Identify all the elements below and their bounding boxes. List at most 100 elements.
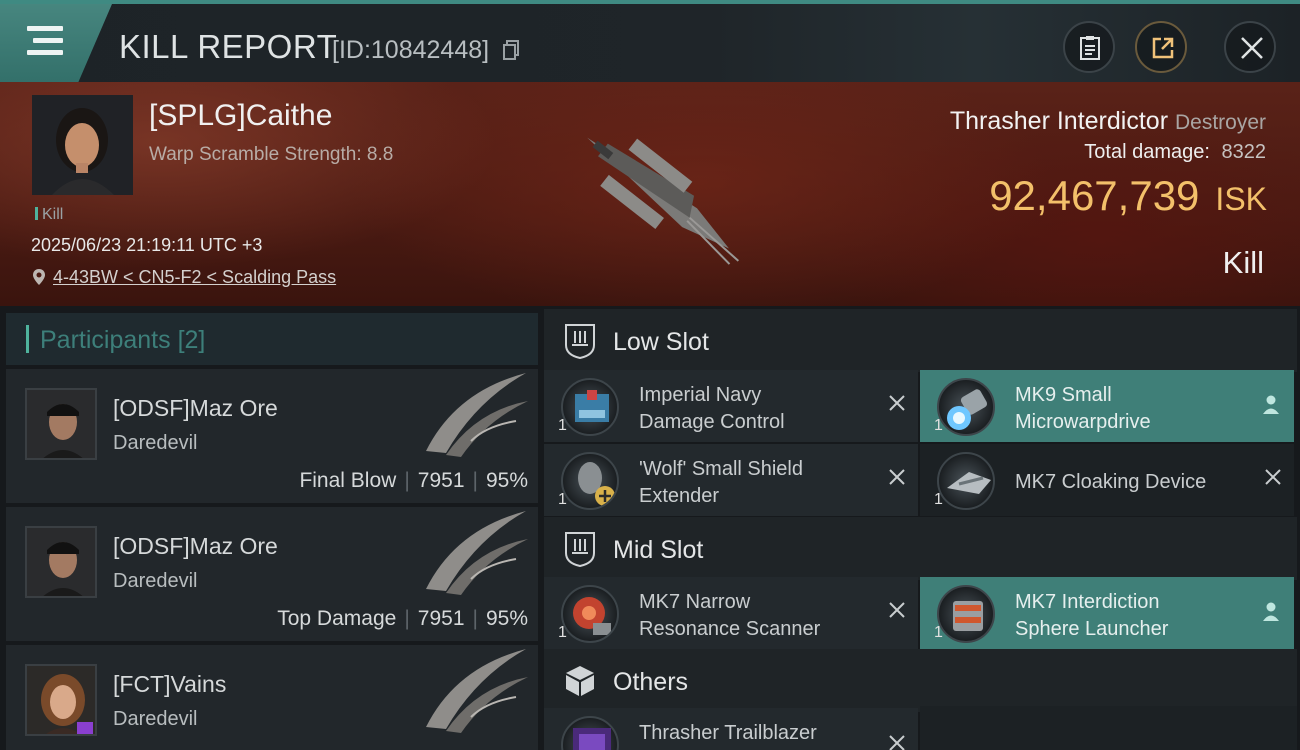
victim-summary: [SPLG]Caithe Warp Scramble Strength: 8.8…: [0, 82, 1300, 306]
kill-tag: Kill: [35, 206, 63, 224]
participant-name[interactable]: [ODSF]Maz Ore: [113, 395, 278, 422]
isk-value: 92,467,739 ISK: [989, 172, 1267, 220]
share-icon: [1152, 37, 1174, 59]
module-qty: 1: [558, 491, 567, 508]
participant-damage: 7951: [417, 469, 465, 492]
participant-percent: 95%: [485, 607, 528, 630]
module-item[interactable]: 1 'Wolf' Small Shield Extender: [544, 444, 918, 516]
ship-class: Destroyer: [1174, 111, 1266, 134]
location-path-link[interactable]: 4-43BW < CN5-F2 < Scalding Pass: [53, 267, 336, 287]
clipboard-icon: [1080, 36, 1100, 60]
destroyed-icon: [1265, 469, 1281, 485]
participant-avatar[interactable]: [25, 664, 97, 736]
participant-ship-image: [426, 373, 528, 457]
participant-damage: 7951: [417, 607, 465, 630]
participants-accent-bar: [26, 325, 29, 353]
participant-name[interactable]: [ODSF]Maz Ore: [113, 533, 278, 560]
menu-button[interactable]: [0, 4, 112, 82]
participant-ship: Daredevil: [113, 570, 198, 592]
module-item[interactable]: 1 MK9 Small Microwarpdrive: [920, 370, 1294, 442]
module-name: MK9 Small Microwarpdrive: [1015, 384, 1151, 433]
stats-separator: |: [404, 469, 410, 492]
resonance-scanner-icon: [561, 585, 619, 643]
share-button[interactable]: [1135, 21, 1187, 73]
isk-amount: 92,467,739: [989, 172, 1200, 219]
destroyed-icon: [889, 602, 905, 618]
person-icon: [1263, 602, 1279, 621]
module-name: MK7 Interdiction Sphere Launcher: [1015, 591, 1169, 640]
stats-separator: |: [472, 469, 478, 492]
copy-icon[interactable]: [503, 40, 520, 60]
participant-ship: Daredevil: [113, 708, 198, 730]
empty-slot: [920, 706, 1297, 750]
ship-name: Thrasher Interdictor: [949, 107, 1169, 135]
kill-datetime: 2025/06/23 21:19:11 UTC +3: [31, 235, 263, 255]
victim-name[interactable]: [SPLG]Caithe: [149, 99, 332, 133]
module-qty: 1: [934, 491, 943, 508]
close-button[interactable]: [1224, 21, 1276, 73]
close-icon: [1241, 37, 1263, 59]
location-pin-icon: [33, 269, 45, 285]
victim-avatar[interactable]: [32, 95, 133, 195]
destroyed-icon: [889, 469, 905, 485]
others-header: Others: [544, 649, 1297, 712]
victim-ship-type[interactable]: Thrasher Interdictor Destroyer: [950, 107, 1266, 136]
total-damage-value: 8322: [1221, 141, 1267, 163]
kill-location[interactable]: 4-43BW < CN5-F2 < Scalding Pass: [31, 267, 336, 288]
report-id: [ID:10842448]: [332, 36, 490, 64]
interdiction-launcher-icon: [937, 585, 995, 643]
damage-control-icon: [561, 378, 619, 436]
person-icon: [1263, 395, 1279, 414]
participants-count: [2]: [177, 326, 206, 354]
module-name: Thrasher Trailblazer: [639, 722, 817, 744]
module-item[interactable]: 1 MK7 Cloaking Device: [920, 444, 1294, 516]
clipboard-button[interactable]: [1063, 21, 1115, 73]
trailblazer-icon: [561, 716, 619, 750]
module-item[interactable]: 1 MK7 Interdiction Sphere Launcher: [920, 577, 1294, 649]
participant-card[interactable]: [ODSF]Maz Ore Daredevil Final Blow | 7951 |…: [6, 369, 538, 503]
participant-role: Top Damage: [277, 607, 397, 630]
participant-avatar[interactable]: [25, 388, 97, 460]
mid-slot-label: Mid Slot: [613, 536, 704, 564]
shield-extender-icon: [561, 452, 619, 510]
participants-header[interactable]: Participants [2]: [6, 313, 538, 365]
total-damage-label: Total damage:: [1084, 141, 1210, 163]
module-name: MK7 Narrow Resonance Scanner: [639, 591, 821, 640]
mid-slot-icon: [565, 532, 595, 567]
stats-separator: |: [472, 607, 478, 630]
destroyed-icon: [889, 735, 905, 750]
participant-role: Final Blow: [299, 469, 397, 492]
participant-name[interactable]: [FCT]Vains: [113, 671, 226, 698]
module-item[interactable]: 1 Imperial Navy Damage Control: [544, 370, 918, 442]
participant-card[interactable]: [ODSF]Maz Ore Daredevil Top Damage | 7951 |…: [6, 507, 538, 641]
low-slot-icon: [565, 324, 595, 359]
warp-scramble-strength: Warp Scramble Strength: 8.8: [149, 144, 394, 165]
participant-avatar[interactable]: [25, 526, 97, 598]
module-name: Imperial Navy Damage Control: [639, 384, 785, 433]
cloaking-device-icon: [937, 452, 995, 510]
participant-stats: Final Blow | 7951 | 95%: [299, 469, 528, 493]
participant-card[interactable]: [FCT]Vains Daredevil: [6, 645, 538, 750]
menu-icon: [27, 26, 63, 56]
destroyed-icon: [889, 395, 905, 411]
report-result: Kill: [1222, 245, 1264, 280]
victim-ship-image: [587, 137, 740, 265]
participants-label: Participants: [40, 326, 171, 354]
participant-stats: Top Damage | 7951 | 95%: [277, 607, 528, 631]
module-qty: 1: [934, 417, 943, 434]
module-qty: 1: [558, 624, 567, 641]
mid-slot-header: Mid Slot: [544, 517, 1297, 580]
low-slot-label: Low Slot: [613, 328, 709, 356]
isk-unit: ISK: [1215, 181, 1267, 217]
participant-percent: 95%: [485, 469, 528, 492]
module-qty: 1: [558, 417, 567, 434]
cube-icon: [566, 666, 594, 696]
participant-ship: Daredevil: [113, 432, 198, 454]
module-name: 'Wolf' Small Shield Extender: [639, 458, 803, 507]
module-item[interactable]: 1 MK7 Narrow Resonance Scanner: [544, 577, 918, 649]
title-bar: KILL REPORT [ID:10842448]: [0, 0, 1300, 82]
stats-separator: |: [404, 607, 410, 630]
module-item[interactable]: Thrasher Trailblazer: [544, 708, 918, 750]
others-label: Others: [613, 668, 689, 696]
window-title: KILL REPORT: [119, 28, 338, 65]
